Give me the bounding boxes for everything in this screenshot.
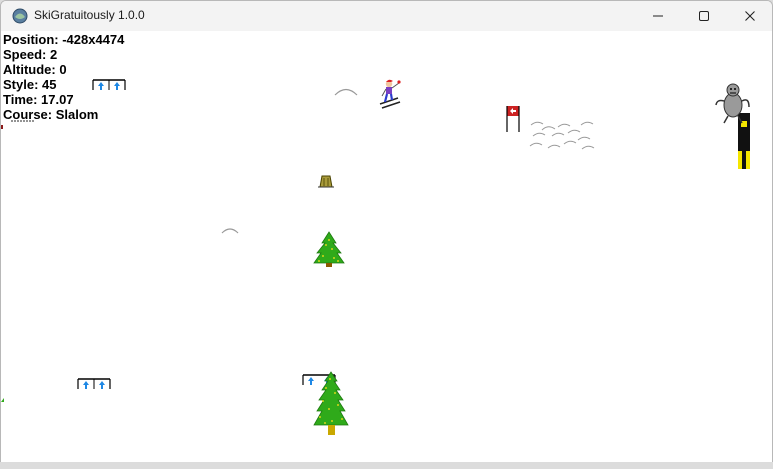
title-bar[interactable]: SkiGratuitously 1.0.0	[1, 1, 772, 31]
edge-marker	[1, 398, 4, 402]
window-shadow	[0, 462, 773, 469]
minimize-icon	[653, 15, 663, 17]
tree-stump	[318, 175, 334, 188]
hud-position: Position: -428x4474	[3, 32, 125, 47]
hud-speed: Speed: 2	[3, 47, 58, 62]
edge-marker	[1, 125, 3, 129]
hud-panel: Position: -428x4474 Speed: 2 Altitude: 0…	[3, 32, 124, 122]
maximize-icon	[699, 11, 709, 21]
hud-time: Time: 17.07	[3, 92, 74, 107]
game-canvas[interactable]: Position: -428x4474 Speed: 2 Altitude: 0…	[1, 31, 772, 465]
window-title: SkiGratuitously 1.0.0	[34, 8, 145, 22]
yeti	[715, 83, 750, 169]
app-window: SkiGratuitously 1.0.0 Position: -428x447…	[0, 0, 773, 469]
large-tree	[313, 371, 349, 435]
hud-altitude: Altitude: 0	[3, 62, 67, 77]
slalom-gate	[92, 79, 126, 90]
slalom-gate	[77, 378, 111, 389]
rocky-mogul-field	[529, 121, 595, 150]
skier	[379, 79, 401, 109]
app-icon	[12, 8, 28, 24]
minimize-button[interactable]	[635, 1, 681, 31]
maximize-button[interactable]	[681, 1, 727, 31]
ski-track-mark	[11, 120, 35, 122]
snow-mogul	[334, 88, 358, 96]
snow-mogul	[221, 228, 239, 234]
slalom-flag	[506, 106, 520, 132]
close-button[interactable]	[727, 1, 772, 31]
close-icon	[745, 11, 755, 21]
small-tree	[313, 231, 345, 267]
